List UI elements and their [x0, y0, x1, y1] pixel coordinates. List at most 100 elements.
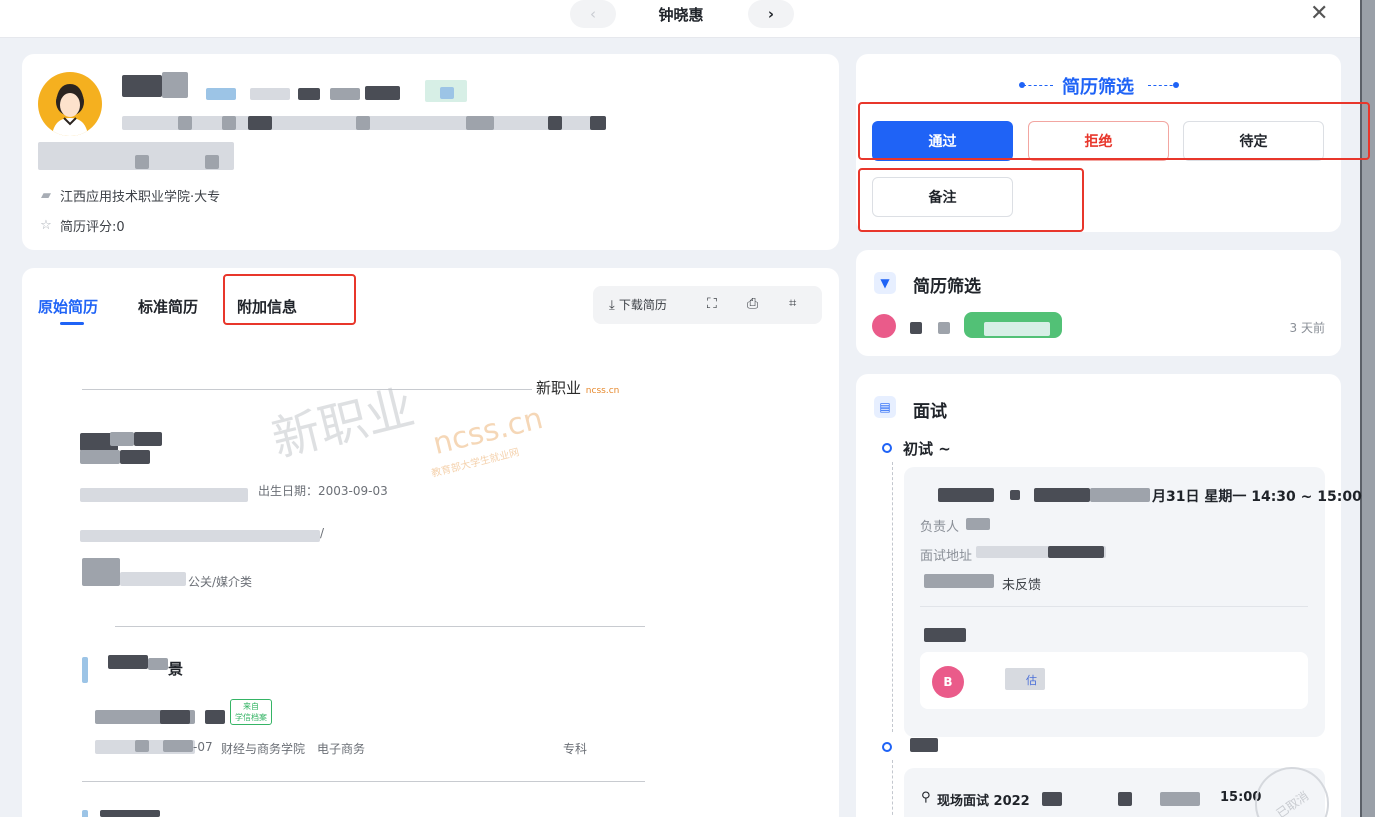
redacted-block	[80, 530, 320, 542]
download-resume-button[interactable]: ⤓ 下载简历	[609, 296, 667, 313]
highlight-box	[858, 168, 1084, 232]
redacted-block	[163, 740, 193, 752]
redacted-block	[924, 574, 994, 588]
redacted-block	[365, 86, 400, 100]
download-icon: ⤓	[609, 298, 615, 313]
education-college: 财经与商务学院	[221, 742, 306, 756]
redacted-block	[205, 155, 219, 169]
feedback-status: 未反馈	[1002, 578, 1042, 593]
redacted-block	[148, 658, 168, 670]
resume-card	[22, 268, 839, 817]
rating-text: 简历评分:0	[60, 220, 125, 235]
redacted-block	[100, 810, 160, 817]
close-icon[interactable]: ✕	[1310, 1, 1328, 26]
redacted-block	[160, 710, 190, 724]
previous-candidate-button[interactable]: ‹	[570, 0, 616, 28]
redacted-block	[120, 450, 150, 464]
industry: 公关/媒介类	[188, 575, 253, 589]
redacted-block	[1042, 792, 1062, 806]
education-degree: 专科	[563, 742, 588, 756]
divider	[920, 606, 1308, 607]
redacted-block	[248, 116, 272, 130]
reviewer-avatar	[872, 314, 896, 338]
section-marker	[82, 810, 88, 817]
interview-location: 面试地址	[920, 549, 973, 564]
active-tab-indicator	[60, 322, 84, 325]
section-marker	[82, 657, 88, 683]
redacted-block	[910, 322, 922, 334]
evaluation-row	[920, 652, 1308, 709]
redacted-block	[80, 488, 248, 502]
print-icon[interactable]: ⎙	[747, 296, 758, 312]
redacted-block	[1090, 488, 1150, 502]
interview-round-dropdown[interactable]: 初试 ~	[903, 438, 951, 459]
avatar	[38, 72, 102, 136]
timeline-dot	[882, 443, 892, 453]
location-pin-icon: ⚲	[921, 790, 931, 805]
redacted-block	[298, 88, 320, 100]
interview-schedule: 月31日 星期一 14:30 ~ 15:00	[1152, 489, 1362, 505]
redacted-block	[924, 628, 966, 642]
redacted-block	[108, 655, 148, 669]
xuexin-stamp: 来自 学信档案	[230, 699, 272, 725]
redacted-block	[206, 88, 236, 100]
doc-divider	[82, 781, 645, 782]
redacted-block	[250, 88, 290, 100]
redacted-block	[966, 518, 990, 530]
screening-history-card	[856, 250, 1341, 356]
redacted-block	[548, 116, 562, 130]
redacted-block	[122, 75, 162, 97]
download-label: 下载简历	[618, 298, 667, 312]
star-icon: ☆	[40, 218, 52, 233]
school-text: 江西应用技术职业学院·大专	[60, 190, 221, 205]
redacted-block	[466, 116, 494, 130]
redacted-block	[590, 116, 606, 130]
redacted-block	[110, 432, 134, 446]
next-candidate-button[interactable]: ›	[748, 0, 794, 28]
redacted-block	[178, 116, 192, 130]
chevron-right-icon: ›	[767, 5, 775, 23]
tab-standard-resume[interactable]: 标准简历	[138, 296, 198, 317]
redacted-block	[1010, 490, 1020, 500]
redacted-block	[984, 322, 1050, 336]
redacted-block	[134, 432, 162, 446]
interview-owner: 负责人	[920, 520, 960, 535]
redacted-block	[938, 322, 950, 334]
redacted-block	[222, 116, 236, 130]
evaluator-avatar: B	[932, 666, 964, 698]
time-ago: 3 天前	[1289, 321, 1325, 335]
redacted-block	[135, 740, 149, 752]
redacted-block	[1005, 668, 1045, 690]
redacted-block	[1118, 792, 1132, 806]
rating-row: ☆ 简历评分:0	[38, 216, 125, 235]
highlight-box	[858, 102, 1370, 160]
redacted-block	[205, 710, 225, 724]
redacted-block	[440, 87, 454, 99]
fullscreen-icon[interactable]: ⛶	[707, 296, 717, 312]
tab-original-resume[interactable]: 原始简历	[38, 296, 98, 317]
redacted-block	[330, 88, 360, 100]
redacted-block	[1160, 792, 1200, 806]
redacted-block	[162, 72, 188, 98]
scan-text-icon[interactable]: ⌗	[789, 296, 796, 311]
timeline-dot	[882, 742, 892, 752]
redacted-block	[1034, 488, 1090, 502]
birth-date: 出生日期：2003-09-03	[258, 484, 388, 498]
onsite-interview-label: 现场面试 2022	[937, 794, 1030, 809]
education-date: -07	[193, 740, 213, 754]
interview-icon: ▤	[874, 396, 896, 418]
redacted-block	[356, 116, 370, 130]
resume-toolbar: ⤓ 下载简历 ⛶ ⎙ ⌗	[593, 286, 822, 324]
redacted-block	[80, 450, 120, 464]
top-bar: ‹ 钟晓惠 › ✕	[0, 0, 1375, 38]
doc-divider	[115, 626, 645, 627]
redacted-block	[135, 155, 149, 169]
stamp-line: 来自	[243, 702, 259, 711]
redacted-block	[120, 572, 186, 586]
filter-icon: ▼	[874, 272, 896, 294]
timeline-connector	[892, 462, 893, 732]
chevron-left-icon: ‹	[590, 5, 596, 23]
stamp-line: 学信档案	[235, 713, 267, 722]
candidate-name: 钟晓惠	[658, 6, 704, 24]
education-major: 电子商务	[317, 742, 366, 756]
